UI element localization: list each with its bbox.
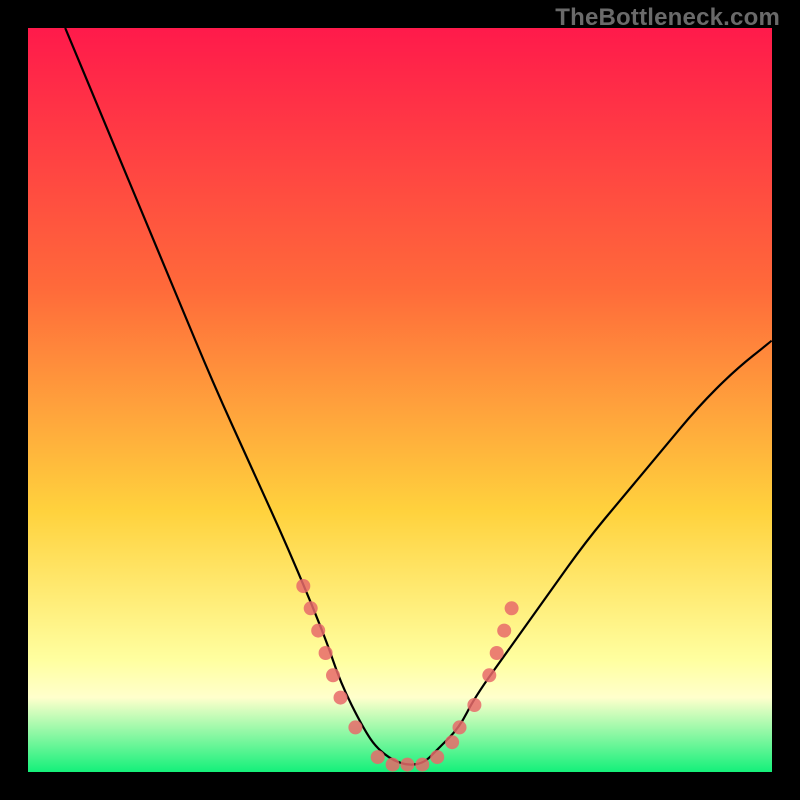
data-marker <box>319 646 333 660</box>
data-marker <box>371 750 385 764</box>
data-marker <box>415 758 429 772</box>
data-marker <box>497 624 511 638</box>
data-marker <box>326 668 340 682</box>
chart-frame: TheBottleneck.com <box>0 0 800 800</box>
data-marker <box>348 720 362 734</box>
data-marker <box>430 750 444 764</box>
data-marker <box>400 758 414 772</box>
plot-area <box>28 28 772 772</box>
data-marker <box>505 601 519 615</box>
data-marker <box>386 758 400 772</box>
data-marker <box>296 579 310 593</box>
data-marker <box>453 720 467 734</box>
data-marker <box>334 691 348 705</box>
data-marker <box>311 624 325 638</box>
data-marker <box>490 646 504 660</box>
gradient-background <box>28 28 772 772</box>
data-marker <box>304 601 318 615</box>
plot-svg <box>28 28 772 772</box>
data-marker <box>467 698 481 712</box>
data-marker <box>445 735 459 749</box>
watermark-text: TheBottleneck.com <box>555 4 780 32</box>
data-marker <box>482 668 496 682</box>
